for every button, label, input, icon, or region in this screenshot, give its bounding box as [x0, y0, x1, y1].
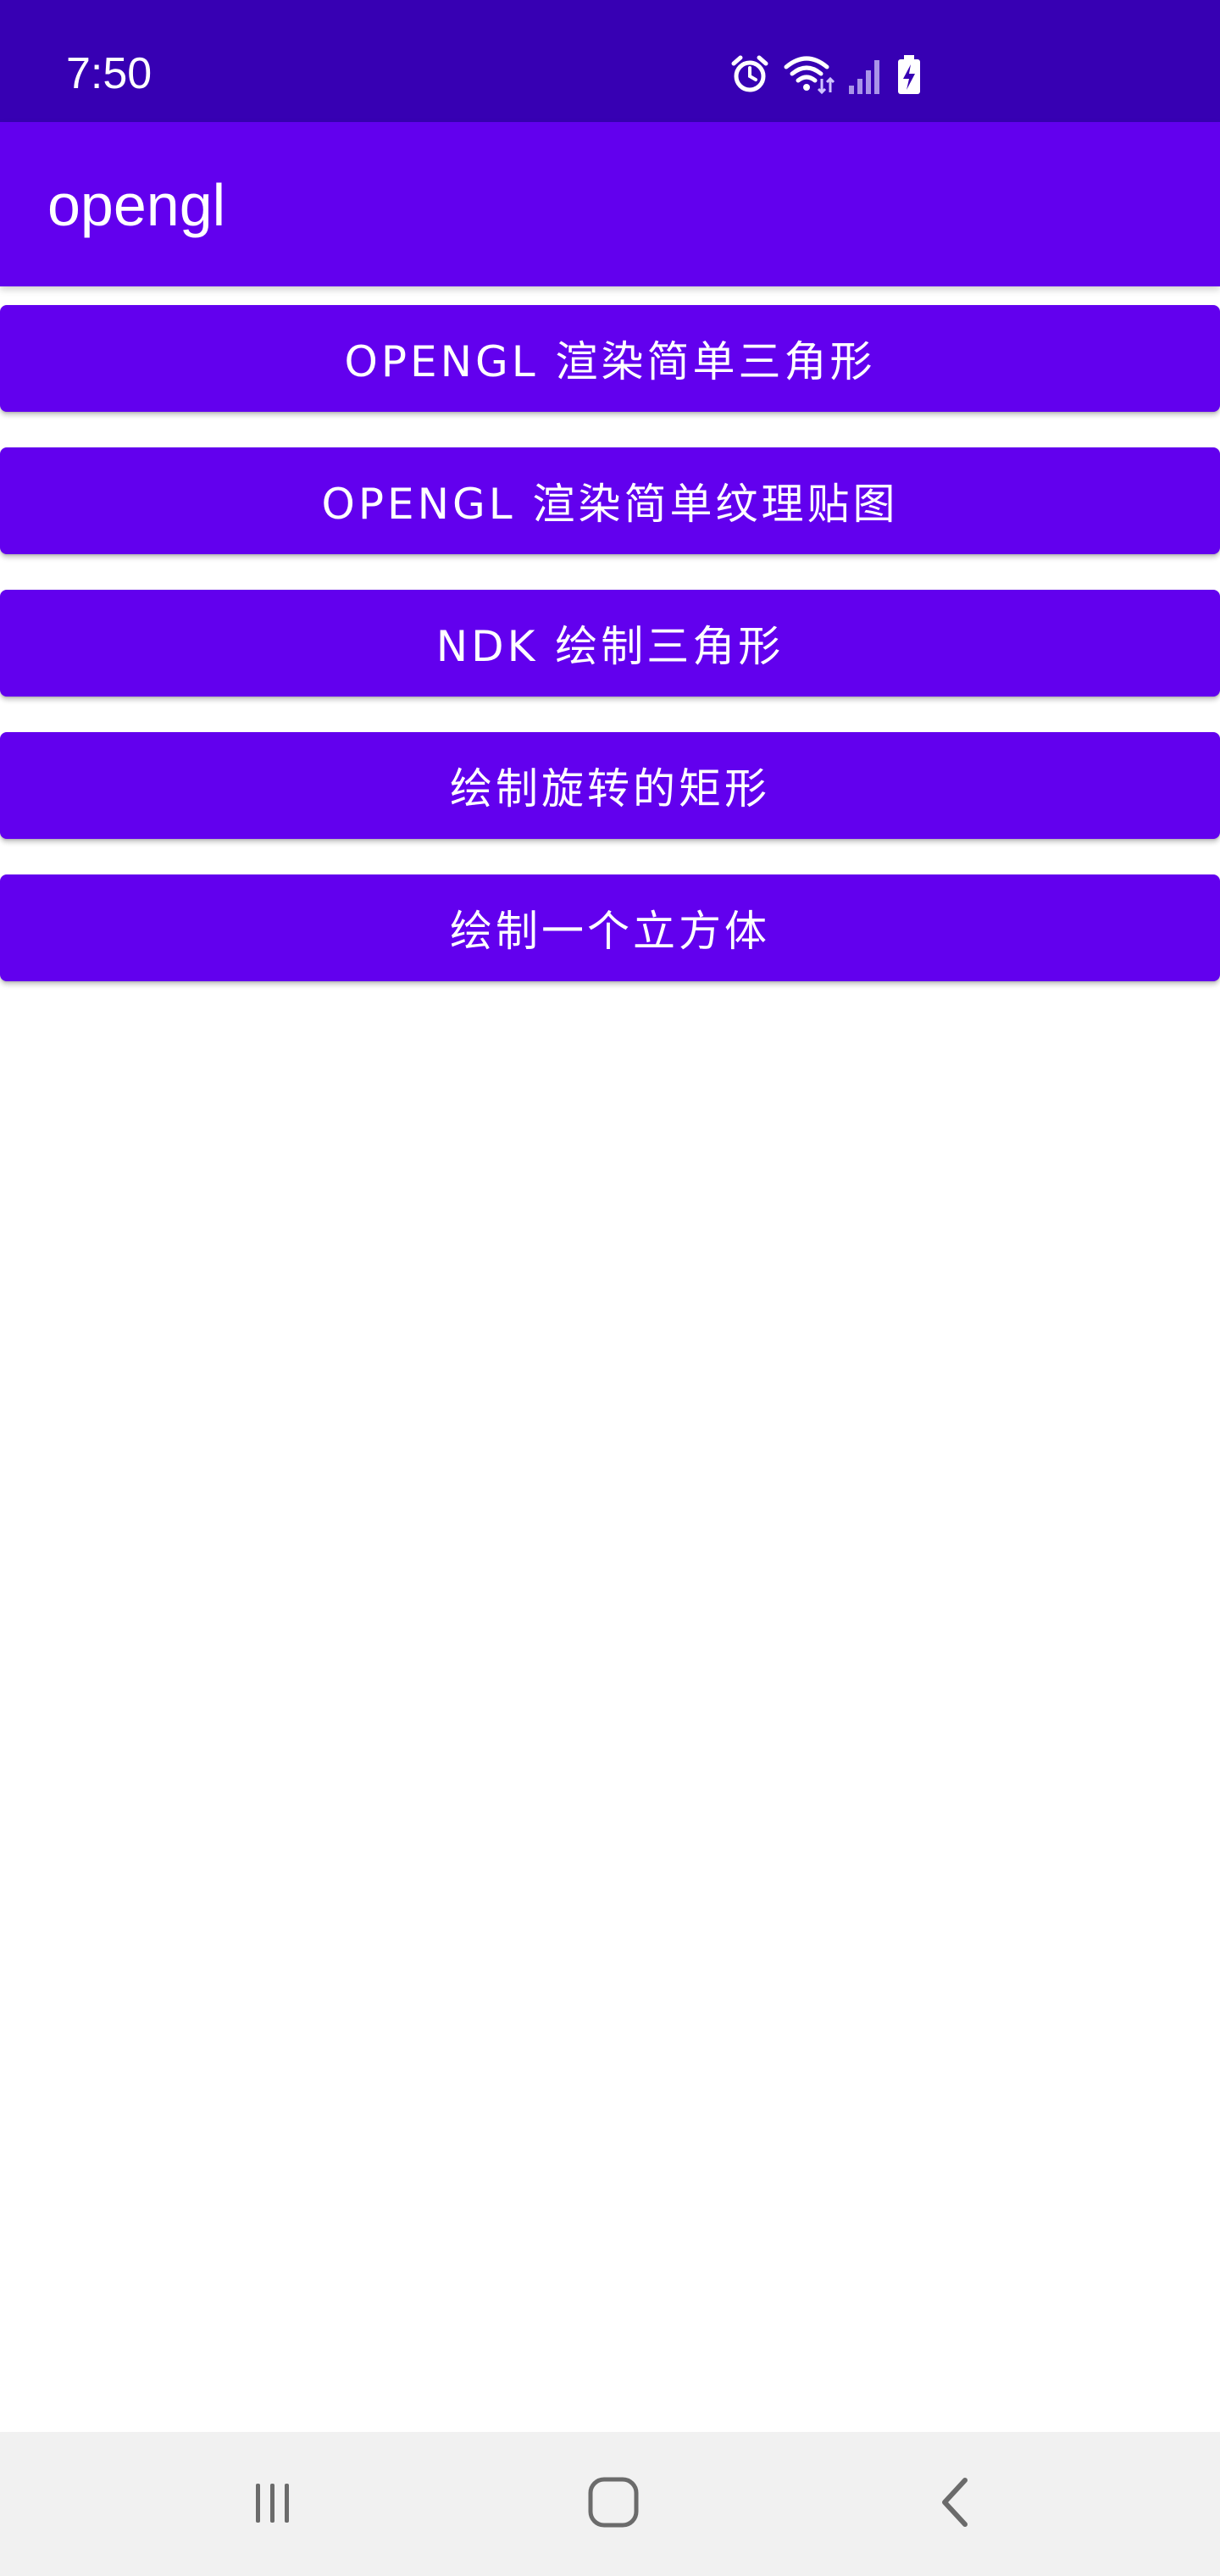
- app-bar: opengl: [0, 122, 1220, 286]
- button-label: OPENGL 渲染简单纹理贴图: [321, 480, 899, 529]
- back-button[interactable]: [869, 2432, 1039, 2576]
- status-icons: [729, 49, 922, 100]
- render-texture-button[interactable]: OPENGL 渲染简单纹理贴图: [0, 447, 1220, 554]
- wifi-icon: [783, 53, 835, 96]
- signal-icon: [847, 53, 884, 96]
- status-time: 7:50: [66, 49, 152, 98]
- battery-charging-icon: [896, 53, 922, 96]
- app-screen: 7:50 opengl OPENGL 渲染简单三角形 OPENGL 渲染简单纹理…: [0, 0, 1220, 2576]
- rotating-rectangle-button[interactable]: 绘制旋转的矩形: [0, 732, 1220, 839]
- render-triangle-button[interactable]: OPENGL 渲染简单三角形: [0, 305, 1220, 412]
- status-bar: 7:50: [0, 0, 1220, 122]
- recents-icon: [247, 2477, 298, 2531]
- button-label: NDK 绘制三角形: [435, 622, 785, 671]
- home-icon: [586, 2475, 640, 2533]
- button-label: 绘制一个立方体: [450, 907, 770, 956]
- alarm-icon: [729, 53, 771, 96]
- back-icon: [933, 2475, 975, 2533]
- cube-button[interactable]: 绘制一个立方体: [0, 874, 1220, 981]
- navigation-bar: [0, 2432, 1220, 2576]
- home-button[interactable]: [529, 2432, 698, 2576]
- button-label: 绘制旋转的矩形: [450, 764, 770, 813]
- button-label: OPENGL 渲染简单三角形: [344, 337, 876, 386]
- recents-button[interactable]: [188, 2432, 358, 2576]
- app-title: opengl: [47, 172, 226, 238]
- ndk-triangle-button[interactable]: NDK 绘制三角形: [0, 590, 1220, 697]
